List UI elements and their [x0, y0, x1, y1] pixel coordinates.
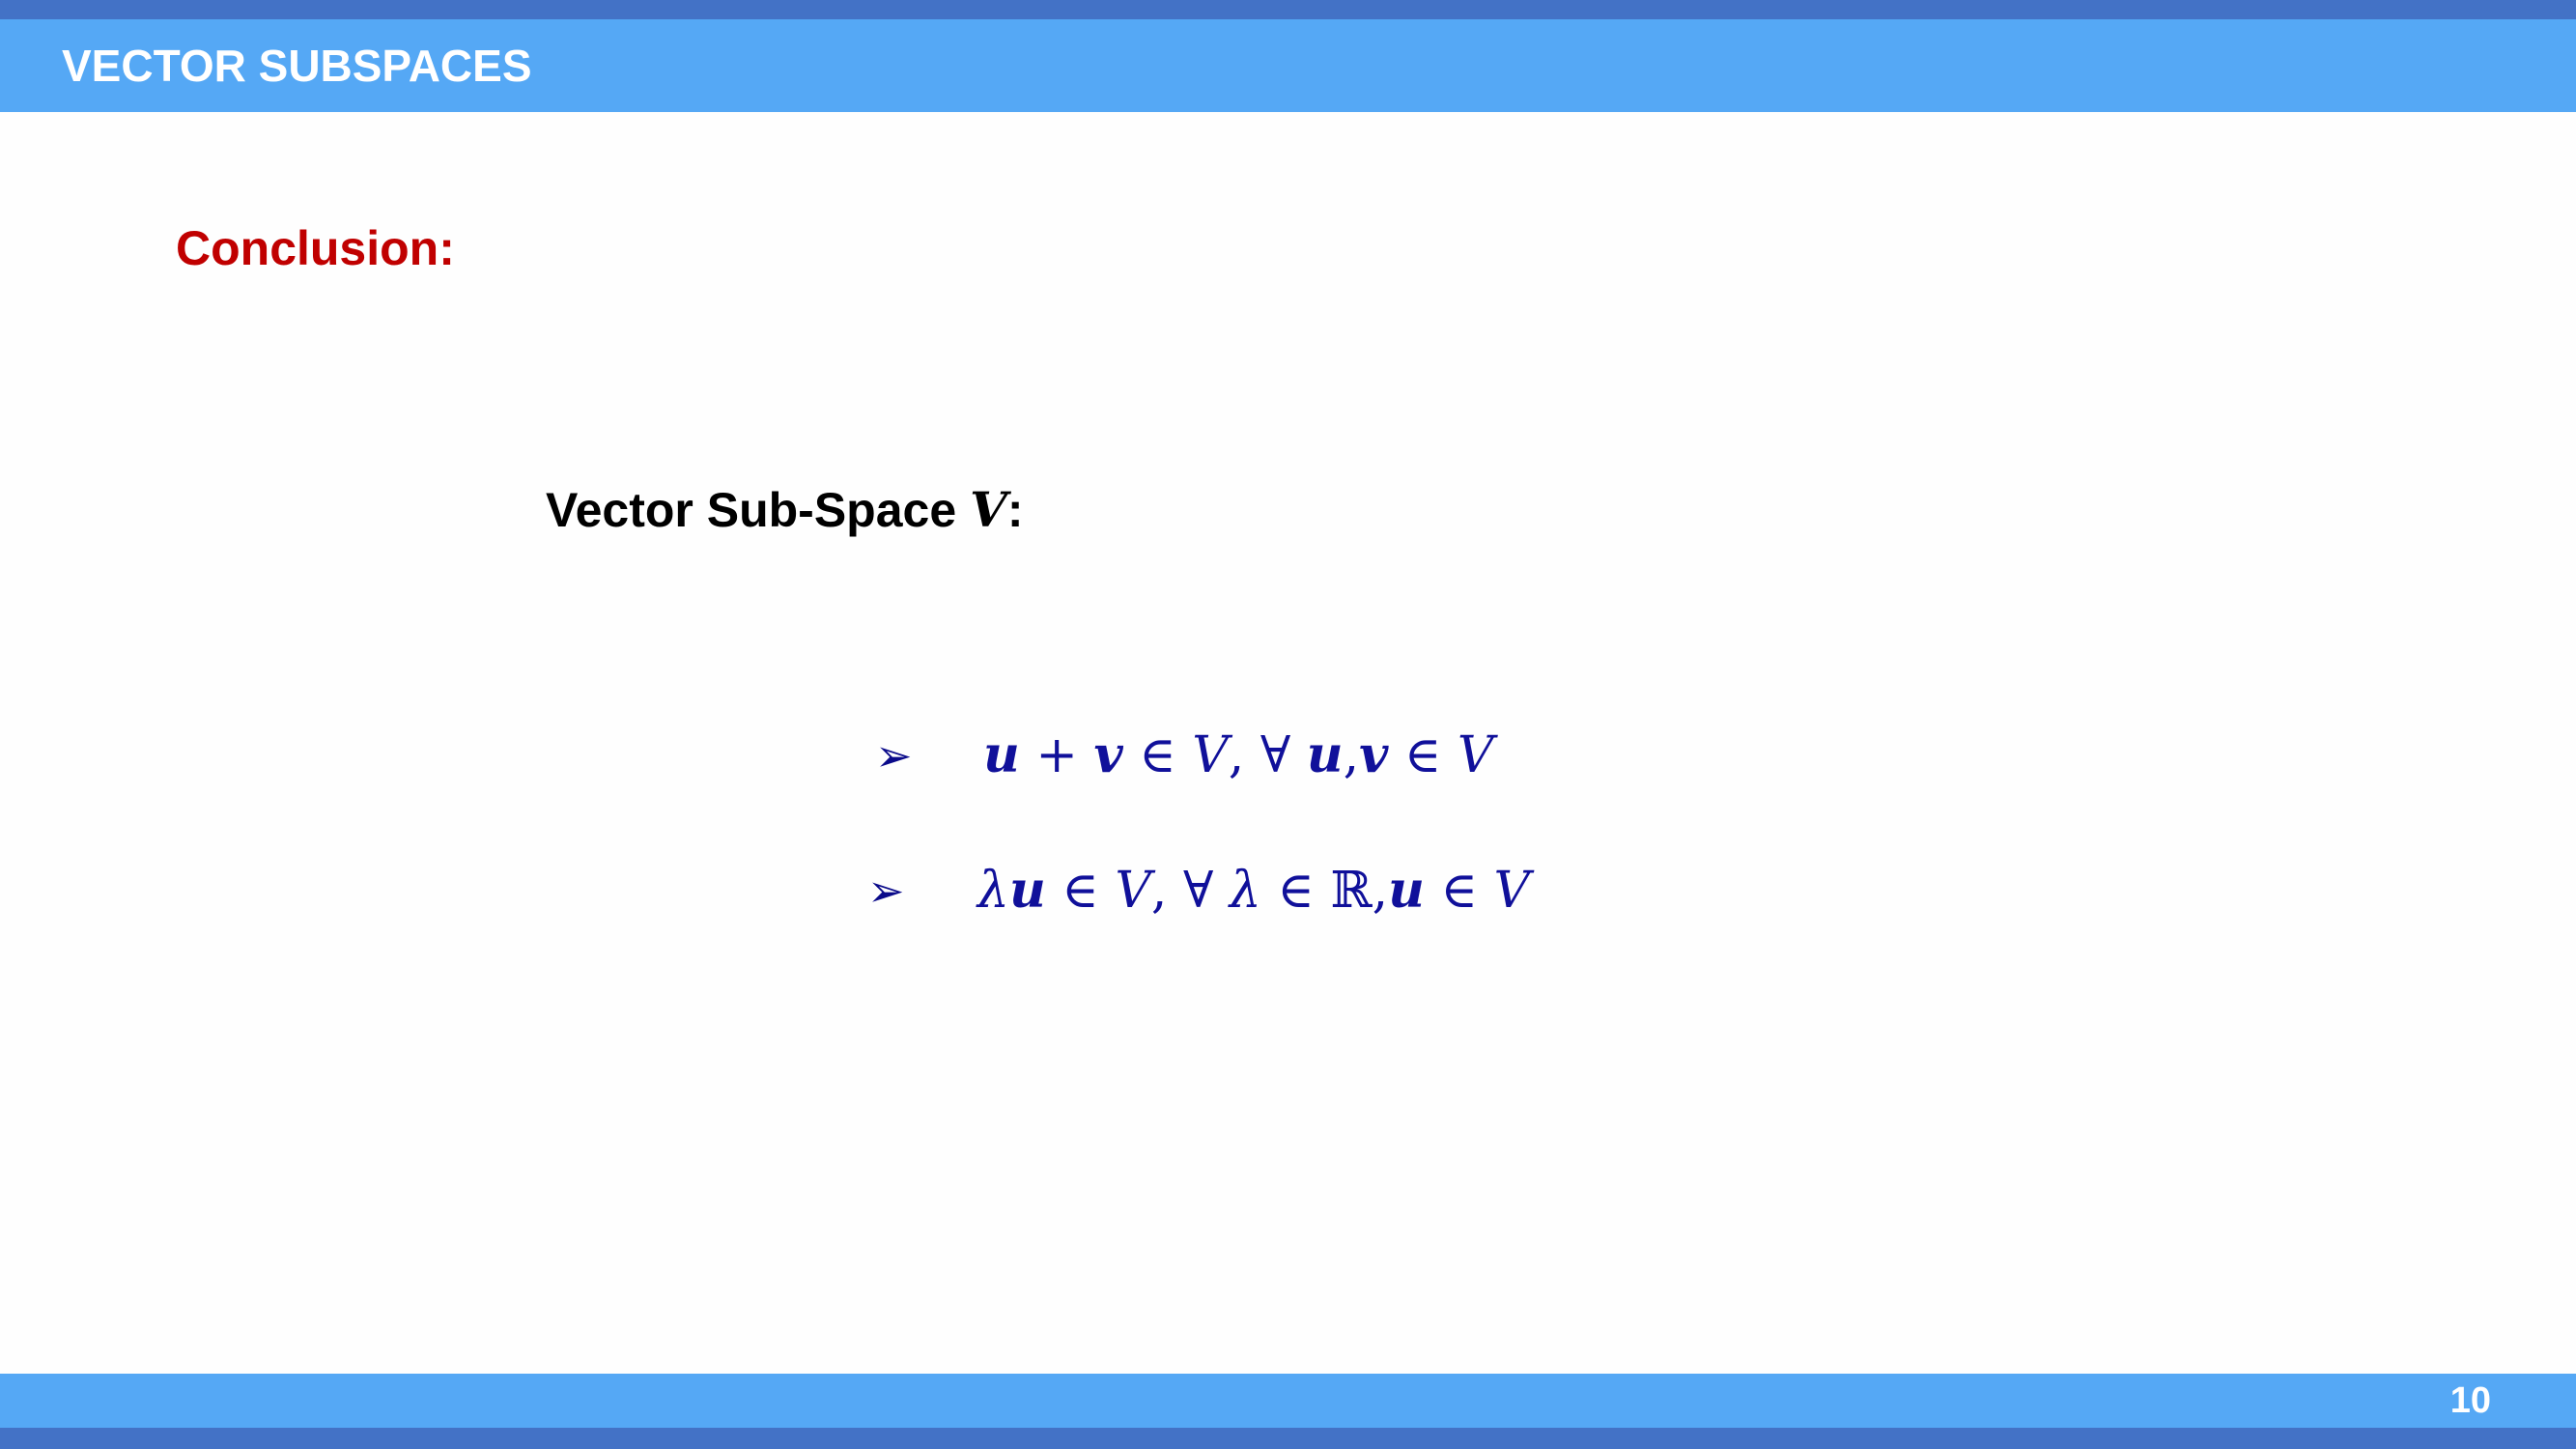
top-stripe: [0, 0, 2576, 19]
closure-addition-formula: u + v ∈ V, ∀ u,v ∈ V: [983, 725, 1494, 785]
closure-scalar-formula: λu ∈ V, ∀ λ ∈ ℝ,u ∈ V: [977, 861, 1531, 921]
section-heading: Conclusion:: [176, 221, 455, 275]
page-number: 10: [2449, 1380, 2491, 1421]
subheading: Vector Sub-Space V:: [546, 481, 1024, 538]
slide-title: VECTOR SUBSPACES: [62, 41, 532, 91]
arrow-bullet-icon: ➢: [875, 729, 913, 781]
arrow-bullet-icon: ➢: [867, 865, 905, 917]
subheading-variable: V: [970, 481, 1007, 538]
footer-bar: 10: [0, 1374, 2576, 1428]
subheading-text: Vector Sub-Space: [546, 483, 971, 537]
bottom-stripe: [0, 1428, 2576, 1449]
subheading-colon: :: [1006, 483, 1024, 537]
title-bar: VECTOR SUBSPACES: [0, 19, 2576, 112]
